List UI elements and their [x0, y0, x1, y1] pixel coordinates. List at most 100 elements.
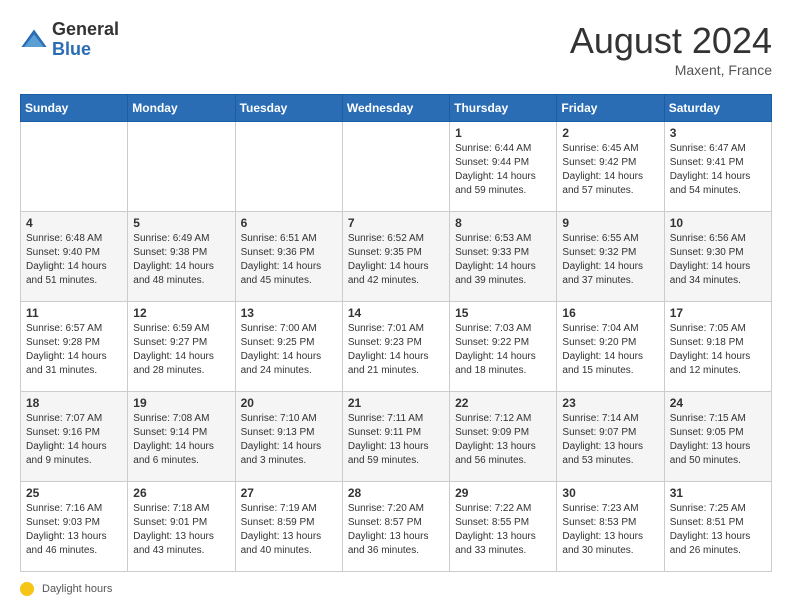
calendar-day-cell: 7Sunrise: 6:52 AMSunset: 9:35 PMDaylight… [342, 212, 449, 302]
calendar-day-cell: 2Sunrise: 6:45 AMSunset: 9:42 PMDaylight… [557, 122, 664, 212]
day-info: Sunrise: 7:20 AMSunset: 8:57 PMDaylight:… [348, 502, 444, 558]
day-info: Sunrise: 6:59 AMSunset: 9:27 PMDaylight:… [133, 322, 229, 378]
day-number: 2 [562, 126, 658, 140]
calendar-week-row: 18 Sunrise: 7:07 AMSunset: 9:16 PMDayligh… [21, 392, 772, 482]
day-number: 13 [241, 306, 337, 320]
day-info: Sunrise: 7:23 AMSunset: 8:53 PMDaylight:… [562, 502, 658, 558]
calendar-day-cell: 15 Sunrise: 7:03 AMSunset: 9:22 PMDayligh… [450, 302, 557, 392]
day-info: Sunrise: 6:56 AMSunset: 9:30 PMDaylight:… [670, 232, 766, 288]
calendar-day-cell: 13 Sunrise: 7:00 AMSunset: 9:25 PMDayligh… [235, 302, 342, 392]
day-info: Sunrise: 6:55 AMSunset: 9:32 PMDaylight:… [562, 232, 658, 288]
calendar-header-row: SundayMondayTuesdayWednesdayThursdayFrid… [21, 95, 772, 122]
calendar-day-header: Wednesday [342, 95, 449, 122]
day-info: Sunrise: 7:15 AMSunset: 9:05 PMDaylight:… [670, 412, 766, 468]
day-info: Sunrise: 7:01 AMSunset: 9:23 PMDaylight:… [348, 322, 444, 378]
calendar-day-cell [235, 122, 342, 212]
calendar-week-row: 11Sunrise: 6:57 AMSunset: 9:28 PMDayligh… [21, 302, 772, 392]
day-number: 19 [133, 396, 229, 410]
page-header: General Blue August 2024 Maxent, France [20, 20, 772, 78]
day-number: 12 [133, 306, 229, 320]
calendar-day-header: Saturday [664, 95, 771, 122]
calendar-day-cell: 30Sunrise: 7:23 AMSunset: 8:53 PMDayligh… [557, 482, 664, 572]
day-number: 24 [670, 396, 766, 410]
day-info: Sunrise: 7:03 AMSunset: 9:22 PMDaylight:… [455, 322, 551, 378]
calendar-day-cell [21, 122, 128, 212]
calendar-week-row: 25 Sunrise: 7:16 AMSunset: 9:03 PMDayligh… [21, 482, 772, 572]
day-info: Sunrise: 7:07 AMSunset: 9:16 PMDaylight:… [26, 412, 122, 468]
calendar-day-cell: 18 Sunrise: 7:07 AMSunset: 9:16 PMDayligh… [21, 392, 128, 482]
calendar-day-cell: 31 Sunrise: 7:25 AMSunset: 8:51 PMDayligh… [664, 482, 771, 572]
title-block: August 2024 Maxent, France [570, 20, 772, 78]
calendar-day-header: Sunday [21, 95, 128, 122]
calendar-day-cell: 5Sunrise: 6:49 AMSunset: 9:38 PMDaylight… [128, 212, 235, 302]
day-info: Sunrise: 6:47 AMSunset: 9:41 PMDaylight:… [670, 142, 766, 198]
calendar-day-cell: 24 Sunrise: 7:15 AMSunset: 9:05 PMDayligh… [664, 392, 771, 482]
daylight-label: Daylight hours [42, 583, 112, 595]
day-number: 5 [133, 216, 229, 230]
day-number: 21 [348, 396, 444, 410]
calendar-table: SundayMondayTuesdayWednesdayThursdayFrid… [20, 94, 772, 572]
logo: General Blue [20, 20, 119, 60]
calendar-day-cell: 11Sunrise: 6:57 AMSunset: 9:28 PMDayligh… [21, 302, 128, 392]
day-number: 1 [455, 126, 551, 140]
day-info: Sunrise: 7:08 AMSunset: 9:14 PMDaylight:… [133, 412, 229, 468]
day-number: 11 [26, 306, 122, 320]
day-info: Sunrise: 6:53 AMSunset: 9:33 PMDaylight:… [455, 232, 551, 288]
day-info: Sunrise: 7:11 AMSunset: 9:11 PMDaylight:… [348, 412, 444, 468]
calendar-day-cell: 29Sunrise: 7:22 AMSunset: 8:55 PMDayligh… [450, 482, 557, 572]
month-year-title: August 2024 [570, 20, 772, 62]
calendar-day-cell: 14 Sunrise: 7:01 AMSunset: 9:23 PMDayligh… [342, 302, 449, 392]
day-info: Sunrise: 7:12 AMSunset: 9:09 PMDaylight:… [455, 412, 551, 468]
calendar-day-cell: 20Sunrise: 7:10 AMSunset: 9:13 PMDayligh… [235, 392, 342, 482]
day-info: Sunrise: 7:16 AMSunset: 9:03 PMDaylight:… [26, 502, 122, 558]
calendar-day-cell: 9 Sunrise: 6:55 AMSunset: 9:32 PMDaylight… [557, 212, 664, 302]
calendar-day-cell: 21 Sunrise: 7:11 AMSunset: 9:11 PMDayligh… [342, 392, 449, 482]
calendar-day-header: Monday [128, 95, 235, 122]
day-info: Sunrise: 7:19 AMSunset: 8:59 PMDaylight:… [241, 502, 337, 558]
day-info: Sunrise: 7:00 AMSunset: 9:25 PMDaylight:… [241, 322, 337, 378]
day-info: Sunrise: 6:51 AMSunset: 9:36 PMDaylight:… [241, 232, 337, 288]
calendar-day-cell: 23 Sunrise: 7:14 AMSunset: 9:07 PMDayligh… [557, 392, 664, 482]
day-number: 27 [241, 486, 337, 500]
calendar-day-header: Tuesday [235, 95, 342, 122]
calendar-footer: Daylight hours [20, 582, 772, 596]
calendar-week-row: 1 Sunrise: 6:44 AMSunset: 9:44 PMDaylight… [21, 122, 772, 212]
calendar-day-cell: 19 Sunrise: 7:08 AMSunset: 9:14 PMDayligh… [128, 392, 235, 482]
day-info: Sunrise: 7:25 AMSunset: 8:51 PMDaylight:… [670, 502, 766, 558]
day-info: Sunrise: 6:44 AMSunset: 9:44 PMDaylight:… [455, 142, 551, 198]
day-number: 23 [562, 396, 658, 410]
calendar-day-cell [342, 122, 449, 212]
sun-icon [20, 582, 34, 596]
calendar-day-cell: 17 Sunrise: 7:05 AMSunset: 9:18 PMDayligh… [664, 302, 771, 392]
day-number: 3 [670, 126, 766, 140]
calendar-day-header: Friday [557, 95, 664, 122]
day-number: 25 [26, 486, 122, 500]
day-number: 18 [26, 396, 122, 410]
calendar-day-cell: 8 Sunrise: 6:53 AMSunset: 9:33 PMDaylight… [450, 212, 557, 302]
calendar-day-cell: 16Sunrise: 7:04 AMSunset: 9:20 PMDayligh… [557, 302, 664, 392]
calendar-day-cell: 22 Sunrise: 7:12 AMSunset: 9:09 PMDayligh… [450, 392, 557, 482]
day-info: Sunrise: 7:10 AMSunset: 9:13 PMDaylight:… [241, 412, 337, 468]
calendar-day-cell: 1 Sunrise: 6:44 AMSunset: 9:44 PMDaylight… [450, 122, 557, 212]
day-number: 31 [670, 486, 766, 500]
logo-blue-text: Blue [52, 40, 119, 60]
day-info: Sunrise: 7:18 AMSunset: 9:01 PMDaylight:… [133, 502, 229, 558]
calendar-day-cell: 25 Sunrise: 7:16 AMSunset: 9:03 PMDayligh… [21, 482, 128, 572]
calendar-day-cell [128, 122, 235, 212]
day-number: 16 [562, 306, 658, 320]
day-info: Sunrise: 6:48 AMSunset: 9:40 PMDaylight:… [26, 232, 122, 288]
logo-icon [20, 26, 48, 54]
day-number: 14 [348, 306, 444, 320]
day-number: 22 [455, 396, 551, 410]
day-number: 9 [562, 216, 658, 230]
calendar-day-cell: 12 Sunrise: 6:59 AMSunset: 9:27 PMDayligh… [128, 302, 235, 392]
day-number: 8 [455, 216, 551, 230]
day-number: 17 [670, 306, 766, 320]
calendar-day-cell: 6Sunrise: 6:51 AMSunset: 9:36 PMDaylight… [235, 212, 342, 302]
day-info: Sunrise: 7:14 AMSunset: 9:07 PMDaylight:… [562, 412, 658, 468]
day-number: 15 [455, 306, 551, 320]
day-info: Sunrise: 7:05 AMSunset: 9:18 PMDaylight:… [670, 322, 766, 378]
day-number: 4 [26, 216, 122, 230]
calendar-day-cell: 4 Sunrise: 6:48 AMSunset: 9:40 PMDaylight… [21, 212, 128, 302]
location-subtitle: Maxent, France [570, 62, 772, 78]
